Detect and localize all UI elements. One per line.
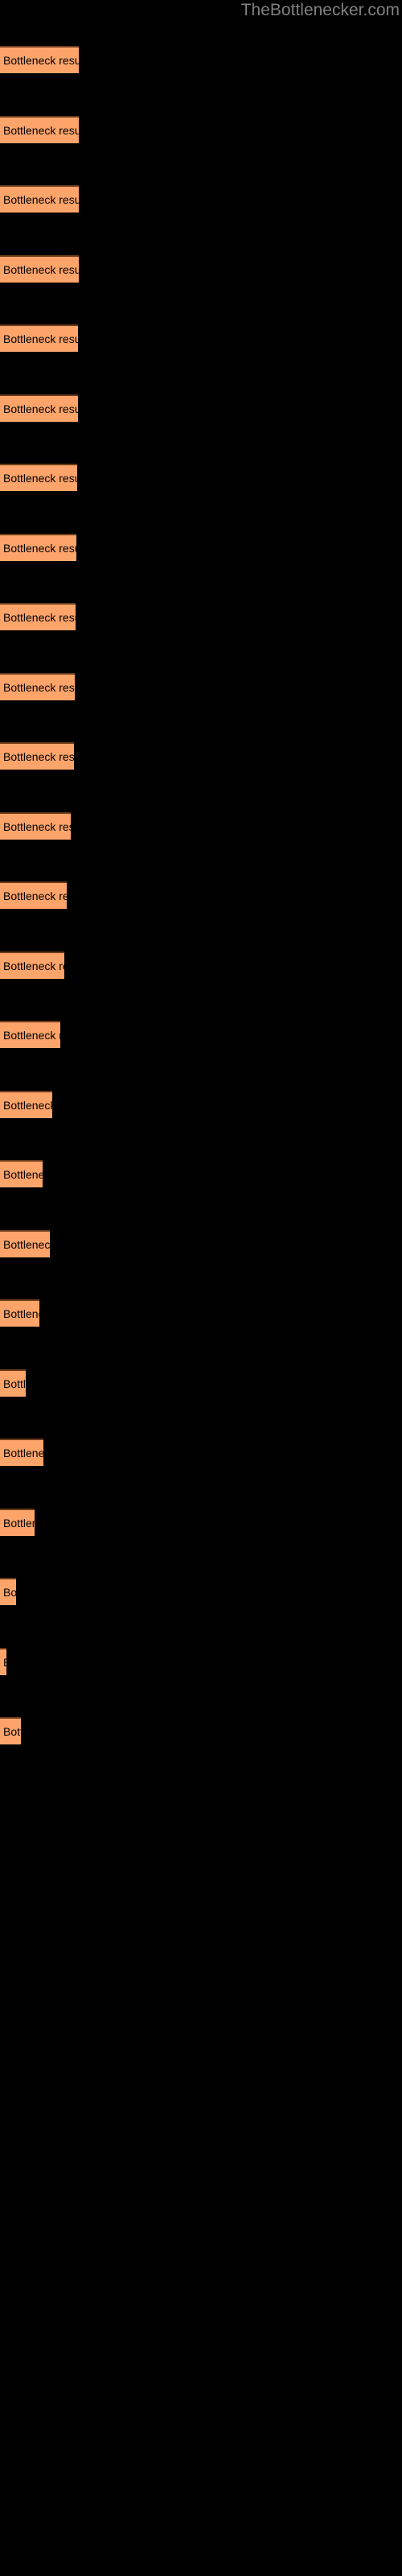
bar-label: Bottleneck result (3, 542, 76, 555)
bar-label: Bottleneck result (3, 1238, 50, 1251)
bar: Bottleneck result (0, 324, 78, 352)
bar-row: Bottleneck result (0, 1509, 35, 1536)
bar-label: Bottleneck result (3, 332, 78, 345)
bar: Bottleneck result (0, 1021, 60, 1048)
bar: Bottleneck result (0, 881, 67, 909)
bar: Bottleneck result (0, 394, 78, 422)
bar-label: Bottleneck result (3, 1099, 52, 1112)
bar-row: Bottleneck result (0, 185, 79, 213)
bar-row: Bottleneck result (0, 1299, 39, 1327)
bar: Bottleneck result (0, 1509, 35, 1536)
bar-row: Bottleneck result (0, 116, 79, 143)
bar-label: Bottleneck result (3, 1168, 43, 1181)
bar-label: Bottleneck result (3, 1377, 26, 1390)
bar-label: Bottleneck result (3, 263, 79, 276)
bar-row: Bottleneck result (0, 1578, 16, 1605)
bar-row: Bottleneck result (0, 1091, 52, 1118)
bar-row: Bottleneck result (0, 255, 79, 283)
bar: Bottleneck result (0, 1230, 50, 1257)
bar: Bottleneck result (0, 1717, 21, 1744)
bar: Bottleneck result (0, 255, 79, 283)
bar: Bottleneck result (0, 1091, 52, 1118)
bar-label: Bottleneck result (3, 472, 77, 485)
bar-label: Bottleneck result (3, 402, 78, 415)
bar-label: Bottleneck result (3, 1586, 16, 1599)
bar-row: Bottleneck result (0, 46, 79, 73)
bar-row: Bottleneck result (0, 1369, 26, 1397)
bar: Bottleneck result (0, 673, 75, 700)
bar: Bottleneck result (0, 812, 71, 840)
bar-label: Bottleneck result (3, 890, 67, 902)
bar-row: Bottleneck result (0, 1021, 60, 1048)
bar: Bottleneck result (0, 742, 74, 770)
bar-label: Bottleneck result (3, 124, 79, 137)
bar: Bottleneck result (0, 185, 79, 213)
bar: Bottleneck result (0, 464, 77, 491)
bar-row: Bottleneck result (0, 1648, 6, 1675)
bar-row: Bottleneck result (0, 324, 78, 352)
bar: Bottleneck result (0, 1648, 6, 1675)
bar: Bottleneck result (0, 534, 76, 561)
bar-row: Bottleneck result (0, 534, 76, 561)
bar: Bottleneck result (0, 1439, 43, 1466)
bar-label: Bottleneck result (3, 1517, 35, 1530)
bar: Bottleneck result (0, 116, 79, 143)
bar-row: Bottleneck result (0, 812, 71, 840)
bar-row: Bottleneck result (0, 952, 64, 979)
bar-row: Bottleneck result (0, 603, 76, 630)
bar-label: Bottleneck result (3, 611, 76, 624)
bar-label: Bottleneck result (3, 820, 71, 833)
bar-label: Bottleneck result (3, 54, 79, 67)
bar-row: Bottleneck result (0, 1717, 21, 1744)
bottleneck-bar-chart: Bottleneck result Bottleneck result Bottle… (0, 0, 402, 2576)
bar-row: Bottleneck result (0, 881, 67, 909)
bar: Bottleneck result (0, 1369, 26, 1397)
bar: Bottleneck result (0, 1578, 16, 1605)
bar-label: Bottleneck result (3, 193, 79, 206)
bar-label: Bottleneck result (3, 681, 75, 694)
bar-row: Bottleneck result (0, 1160, 43, 1187)
bar-row: Bottleneck result (0, 673, 75, 700)
bar: Bottleneck result (0, 952, 64, 979)
bar-row: Bottleneck result (0, 464, 77, 491)
bar-label: Bottleneck result (3, 1656, 6, 1669)
bar: Bottleneck result (0, 1160, 43, 1187)
bar-row: Bottleneck result (0, 394, 78, 422)
bar-label: Bottleneck result (3, 1447, 43, 1459)
bar: Bottleneck result (0, 1299, 39, 1327)
bar-row: Bottleneck result (0, 1230, 50, 1257)
bar-row: Bottleneck result (0, 1439, 43, 1466)
bar: Bottleneck result (0, 603, 76, 630)
bar-label: Bottleneck result (3, 960, 64, 972)
bar-row: Bottleneck result (0, 742, 74, 770)
bar-label: Bottleneck result (3, 1029, 60, 1042)
bar-label: Bottleneck result (3, 1307, 39, 1320)
bar-label: Bottleneck result (3, 1725, 21, 1738)
bar: Bottleneck result (0, 46, 79, 73)
bar-label: Bottleneck result (3, 750, 74, 763)
